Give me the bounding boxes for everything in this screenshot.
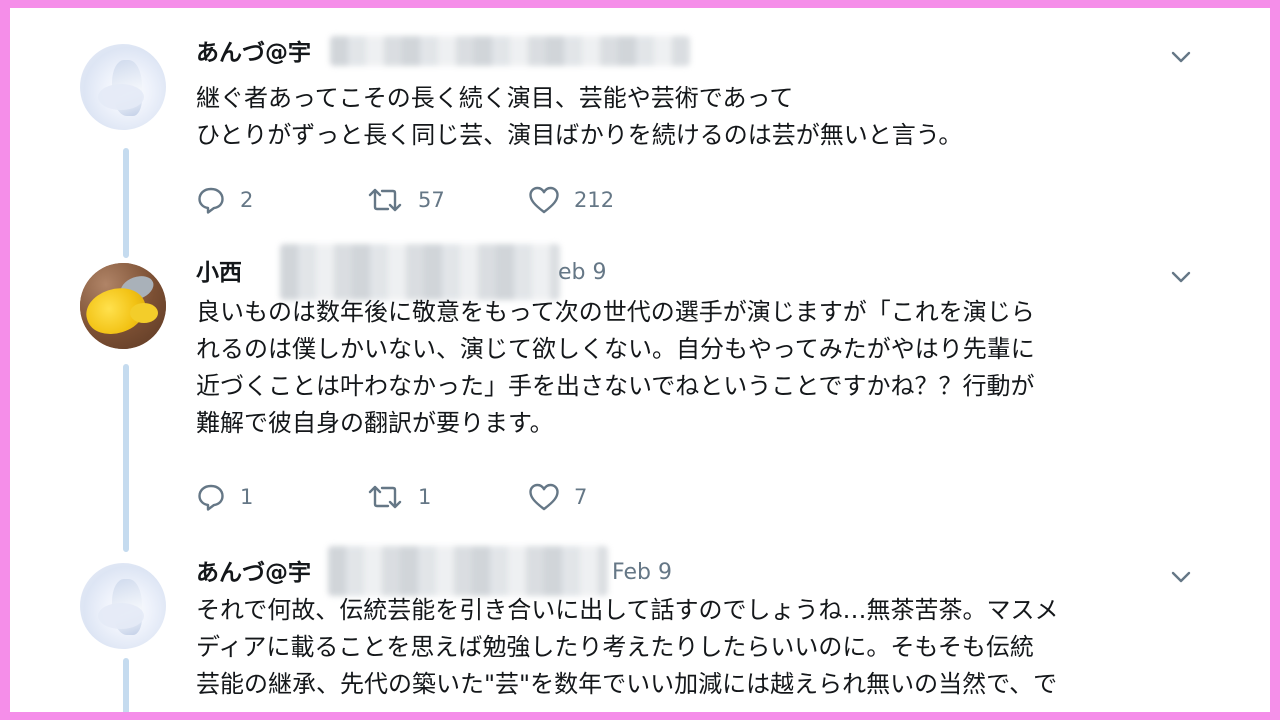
- tweet-3[interactable]: あんづ@宇 Feb 9 それで何故、伝統芸能を引き合いに出して話すのでしょうね……: [10, 8, 1270, 712]
- tweet-text-line: それで何故、伝統芸能を引き合いに出して話すのでしょうね…無茶苦茶。マスメ: [196, 596, 1059, 624]
- tweet-text-line: ディアに載ることを思えば勉強したり考えたりしたらいいのに。そもそも伝統: [196, 633, 1034, 661]
- tweet-thread-panel: あんづ@宇 継ぐ者あってこその長く続く演目、芸能や芸術であって ひとりがずっと長…: [10, 8, 1270, 712]
- avatar[interactable]: [80, 563, 166, 649]
- tweet-text-line: 芸能の継承、先代の築いた"芸"を数年でいい加減には越えられ無いの当然で、で: [196, 670, 1058, 698]
- tweet-date[interactable]: Feb 9: [612, 558, 672, 588]
- display-name[interactable]: あんづ@宇: [196, 558, 311, 588]
- redacted-handle: [328, 546, 608, 596]
- chevron-down-icon[interactable]: [1168, 564, 1194, 590]
- tweet-text: それで何故、伝統芸能を引き合いに出して話すのでしょうね…無茶苦茶。マスメ ディア…: [196, 592, 1196, 703]
